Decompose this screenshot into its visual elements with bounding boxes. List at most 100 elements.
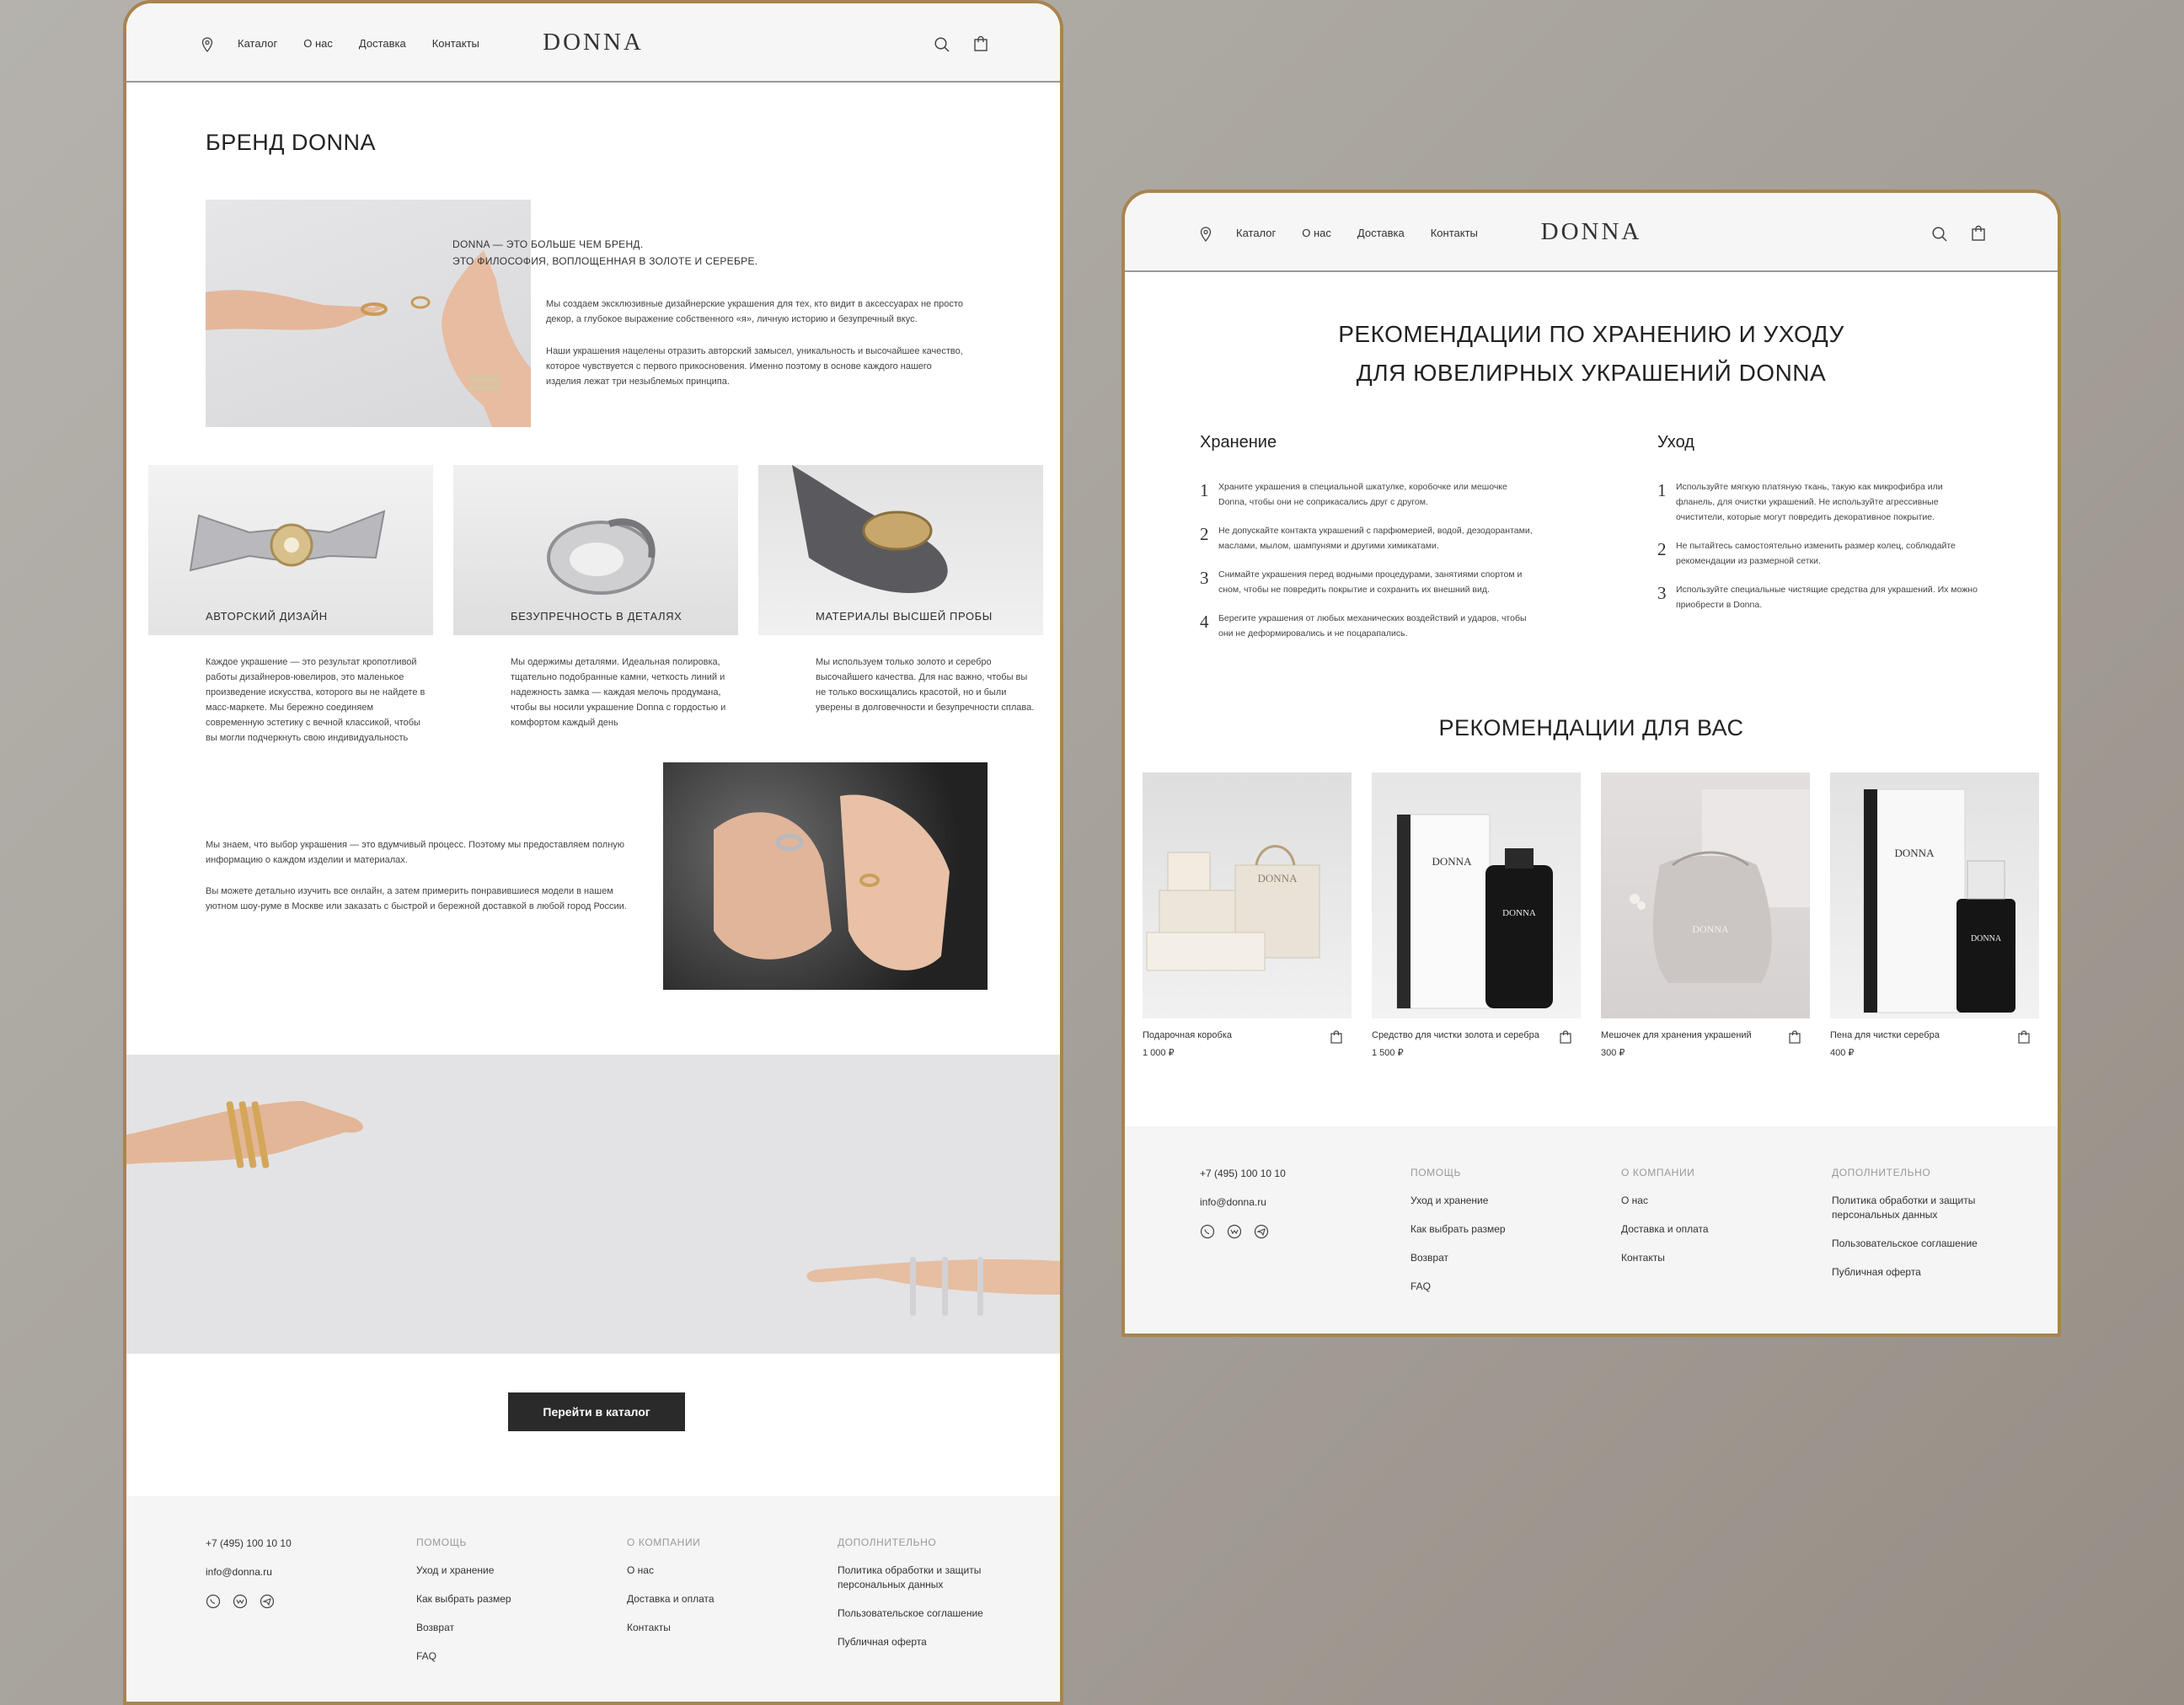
footer-link-privacy[interactable]: Политика обработки и защиты персональных…: [1832, 1194, 2000, 1222]
product-name[interactable]: Подарочная коробка: [1143, 1030, 1352, 1040]
footer-link-faq[interactable]: FAQ: [1410, 1280, 1506, 1294]
footer-phone[interactable]: +7 (495) 100 10 10: [1200, 1167, 1286, 1181]
principle-text-details: Мы одержимы деталями. Идеальная полировк…: [511, 657, 726, 728]
site-logo[interactable]: DONNA: [1125, 218, 2058, 246]
vk-icon[interactable]: [233, 1594, 248, 1609]
social-icons: [1200, 1224, 1286, 1239]
search-icon[interactable]: [1931, 226, 1948, 243]
product-price: 1 000 ₽: [1143, 1048, 1175, 1058]
page-title: БРЕНД DONNA: [206, 130, 377, 155]
cart-icon[interactable]: [972, 35, 989, 52]
add-to-cart-icon[interactable]: [1330, 1030, 1343, 1044]
product-price: 400 ₽: [1830, 1048, 1855, 1058]
product-image-pouch[interactable]: DONNA: [1601, 772, 1810, 1018]
footer-link-agreement[interactable]: Пользовательское соглашение: [1832, 1237, 2000, 1251]
product-name[interactable]: Мешочек для хранения украшений: [1601, 1030, 1810, 1040]
bottle-logo: DONNA: [1971, 934, 2002, 943]
product-name[interactable]: Средство для чистки золота и серебра: [1372, 1030, 1581, 1040]
bottle-logo: DONNA: [1502, 908, 1536, 918]
footer-link-care[interactable]: Уход и хранение: [416, 1563, 511, 1578]
add-to-cart-icon[interactable]: [1559, 1030, 1572, 1044]
footer-link-care[interactable]: Уход и хранение: [1410, 1194, 1506, 1208]
cart-icon[interactable]: [1970, 225, 1987, 242]
storage-heading: Хранение: [1200, 433, 1277, 452]
storage-step: 4 Берегите украшения от любых механически…: [1200, 612, 1527, 639]
footer-link-privacy[interactable]: Политика обработки и защиты персональных…: [838, 1563, 1006, 1592]
footer-link-agreement[interactable]: Пользовательское соглашение: [838, 1606, 1006, 1621]
care-title-line-2: ДЛЯ ЮВЕЛИРНЫХ УКРАШЕНИЙ DONNA: [1356, 360, 1827, 386]
telegram-icon[interactable]: [260, 1594, 275, 1609]
telegram-icon[interactable]: [1254, 1224, 1269, 1239]
footer-link-contacts[interactable]: Контакты: [1621, 1251, 1709, 1265]
footer-link-contacts[interactable]: Контакты: [627, 1621, 715, 1635]
box-logo: DONNA: [1432, 855, 1473, 868]
site-logo[interactable]: DONNA: [126, 29, 1060, 56]
care-steps: 1 Используйте мягкую платяную ткань, таку…: [1657, 479, 1982, 626]
footer-link-return[interactable]: Возврат: [1410, 1251, 1506, 1265]
care-step: 3 Используйте специальные чистящие средст…: [1657, 583, 1978, 610]
pouch-logo: DONNA: [1692, 923, 1729, 935]
footer-link-offer[interactable]: Публичная оферта: [838, 1635, 1006, 1649]
footer-link-about[interactable]: О нас: [627, 1563, 715, 1578]
go-to-catalog-button[interactable]: Перейти в каталог: [508, 1392, 685, 1431]
product-image-silver-foam[interactable]: DONNA DONNA: [1830, 772, 2039, 1018]
footer-email[interactable]: info@donna.ru: [206, 1565, 292, 1579]
footer-company-column: О КОМПАНИИ О нас Доставка и оплата Конта…: [1621, 1167, 1709, 1280]
footer-company-column: О КОМПАНИИ О нас Доставка и оплата Конта…: [627, 1537, 715, 1649]
social-icons: [206, 1594, 292, 1609]
add-to-cart-icon[interactable]: [2017, 1030, 2031, 1044]
intro-paragraph-2: Наши украшения нацелены отразить авторск…: [546, 346, 963, 387]
storage-step: 3 Снимайте украшения перед водными процед…: [1200, 568, 1523, 595]
care-heading: Уход: [1657, 433, 1694, 452]
brand-tagline: DONNA — ЭТО БОЛЬШЕ ЧЕМ БРЕНД. ЭТО ФИЛОСО…: [452, 236, 757, 270]
care-page-title: РЕКОМЕНДАЦИИ ПО ХРАНЕНИЮ И УХОДУ ДЛЯ ЮВЕ…: [1125, 315, 2058, 393]
product-card[interactable]: DONNA DONNA Средство для чистки золота и…: [1372, 772, 1581, 1058]
footer-email[interactable]: info@donna.ru: [1200, 1195, 1286, 1210]
care-page-panel: Каталог О нас Доставка Контакты DONNA РЕ…: [1121, 190, 2061, 1337]
brand-page-panel: Каталог О нас Доставка Контакты DONNA БР…: [123, 0, 1063, 1705]
product-price: 300 ₽: [1601, 1048, 1625, 1058]
footer-extra-heading: ДОПОЛНИТЕЛЬНО: [838, 1537, 937, 1548]
footer-link-size[interactable]: Как выбрать размер: [416, 1592, 511, 1606]
footer-phone[interactable]: +7 (495) 100 10 10: [206, 1537, 292, 1551]
storage-step: 1 Храните украшения в специальной шкатулк…: [1200, 480, 1507, 507]
whatsapp-icon[interactable]: [206, 1594, 221, 1609]
footer-link-faq[interactable]: FAQ: [416, 1649, 511, 1664]
footer-brand-page: +7 (495) 100 10 10 info@donna.ru ПОМОЩЬ …: [126, 1496, 1060, 1702]
footer-link-size[interactable]: Как выбрать размер: [1410, 1222, 1506, 1237]
vk-icon[interactable]: [1227, 1224, 1242, 1239]
search-icon[interactable]: [934, 36, 950, 53]
product-name[interactable]: Пена для чистки серебра: [1830, 1030, 2039, 1040]
care-title-line-1: РЕКОМЕНДАЦИИ ПО ХРАНЕНИЮ И УХОДУ: [1338, 321, 1844, 347]
product-card[interactable]: DONNA Подарочная коробка 1 000 ₽: [1143, 772, 1352, 1058]
footer-contacts: +7 (495) 100 10 10 info@donna.ru: [206, 1537, 292, 1609]
whatsapp-icon[interactable]: [1200, 1224, 1215, 1239]
choice-paragraph-2: Вы можете детально изучить все онлайн, а…: [206, 886, 627, 911]
tagline-line-1: DONNA — ЭТО БОЛЬШЕ ЧЕМ БРЕНД.: [452, 238, 644, 250]
box-logo: DONNA: [1258, 872, 1298, 885]
storage-step: 2 Не допускайте контакта украшений с парф…: [1200, 524, 1533, 551]
hands-trying-rings-image: [663, 762, 988, 990]
choice-paragraph-1: Мы знаем, что выбор украшения — это вдум…: [206, 840, 625, 865]
box-logo: DONNA: [1895, 847, 1935, 859]
principle-title-design: АВТОРСКИЙ ДИЗАЙН: [206, 610, 328, 623]
care-step: 2 Не пытайтесь самостоятельно изменить ра…: [1657, 539, 1956, 566]
footer-extra-column: ДОПОЛНИТЕЛЬНО Политика обработки и защит…: [1832, 1167, 2000, 1294]
footer-contacts: +7 (495) 100 10 10 info@donna.ru: [1200, 1167, 1286, 1239]
product-image-gold-cleaner[interactable]: DONNA DONNA: [1372, 772, 1581, 1018]
footer-link-about[interactable]: О нас: [1621, 1194, 1709, 1208]
footer-link-delivery[interactable]: Доставка и оплата: [1621, 1222, 1709, 1237]
intro-paragraph-1: Мы создаем эксклюзивные дизайнерские укр…: [546, 299, 963, 324]
footer-link-offer[interactable]: Публичная оферта: [1832, 1265, 2000, 1280]
product-card[interactable]: DONNA DONNA Пена для чистки серебра 400 …: [1830, 772, 2039, 1058]
principle-text-design: Каждое украшение — это результат кропотл…: [206, 657, 426, 743]
footer-link-return[interactable]: Возврат: [416, 1621, 511, 1635]
footer-link-delivery[interactable]: Доставка и оплата: [627, 1592, 715, 1606]
footer-care-page: +7 (495) 100 10 10 info@donna.ru ПОМОЩЬ …: [1125, 1126, 2058, 1334]
product-image-gift-box[interactable]: DONNA: [1143, 772, 1352, 1018]
footer-help-column: ПОМОЩЬ Уход и хранение Как выбрать разме…: [416, 1537, 511, 1678]
storage-steps: 1 Храните украшения в специальной шкатулк…: [1200, 479, 1533, 655]
principle-title-materials: МАТЕРИАЛЫ ВЫСШЕЙ ПРОБЫ: [816, 610, 993, 623]
add-to-cart-icon[interactable]: [1788, 1030, 1801, 1044]
product-card[interactable]: DONNA Мешочек для хранения украшений 300…: [1601, 772, 1810, 1058]
